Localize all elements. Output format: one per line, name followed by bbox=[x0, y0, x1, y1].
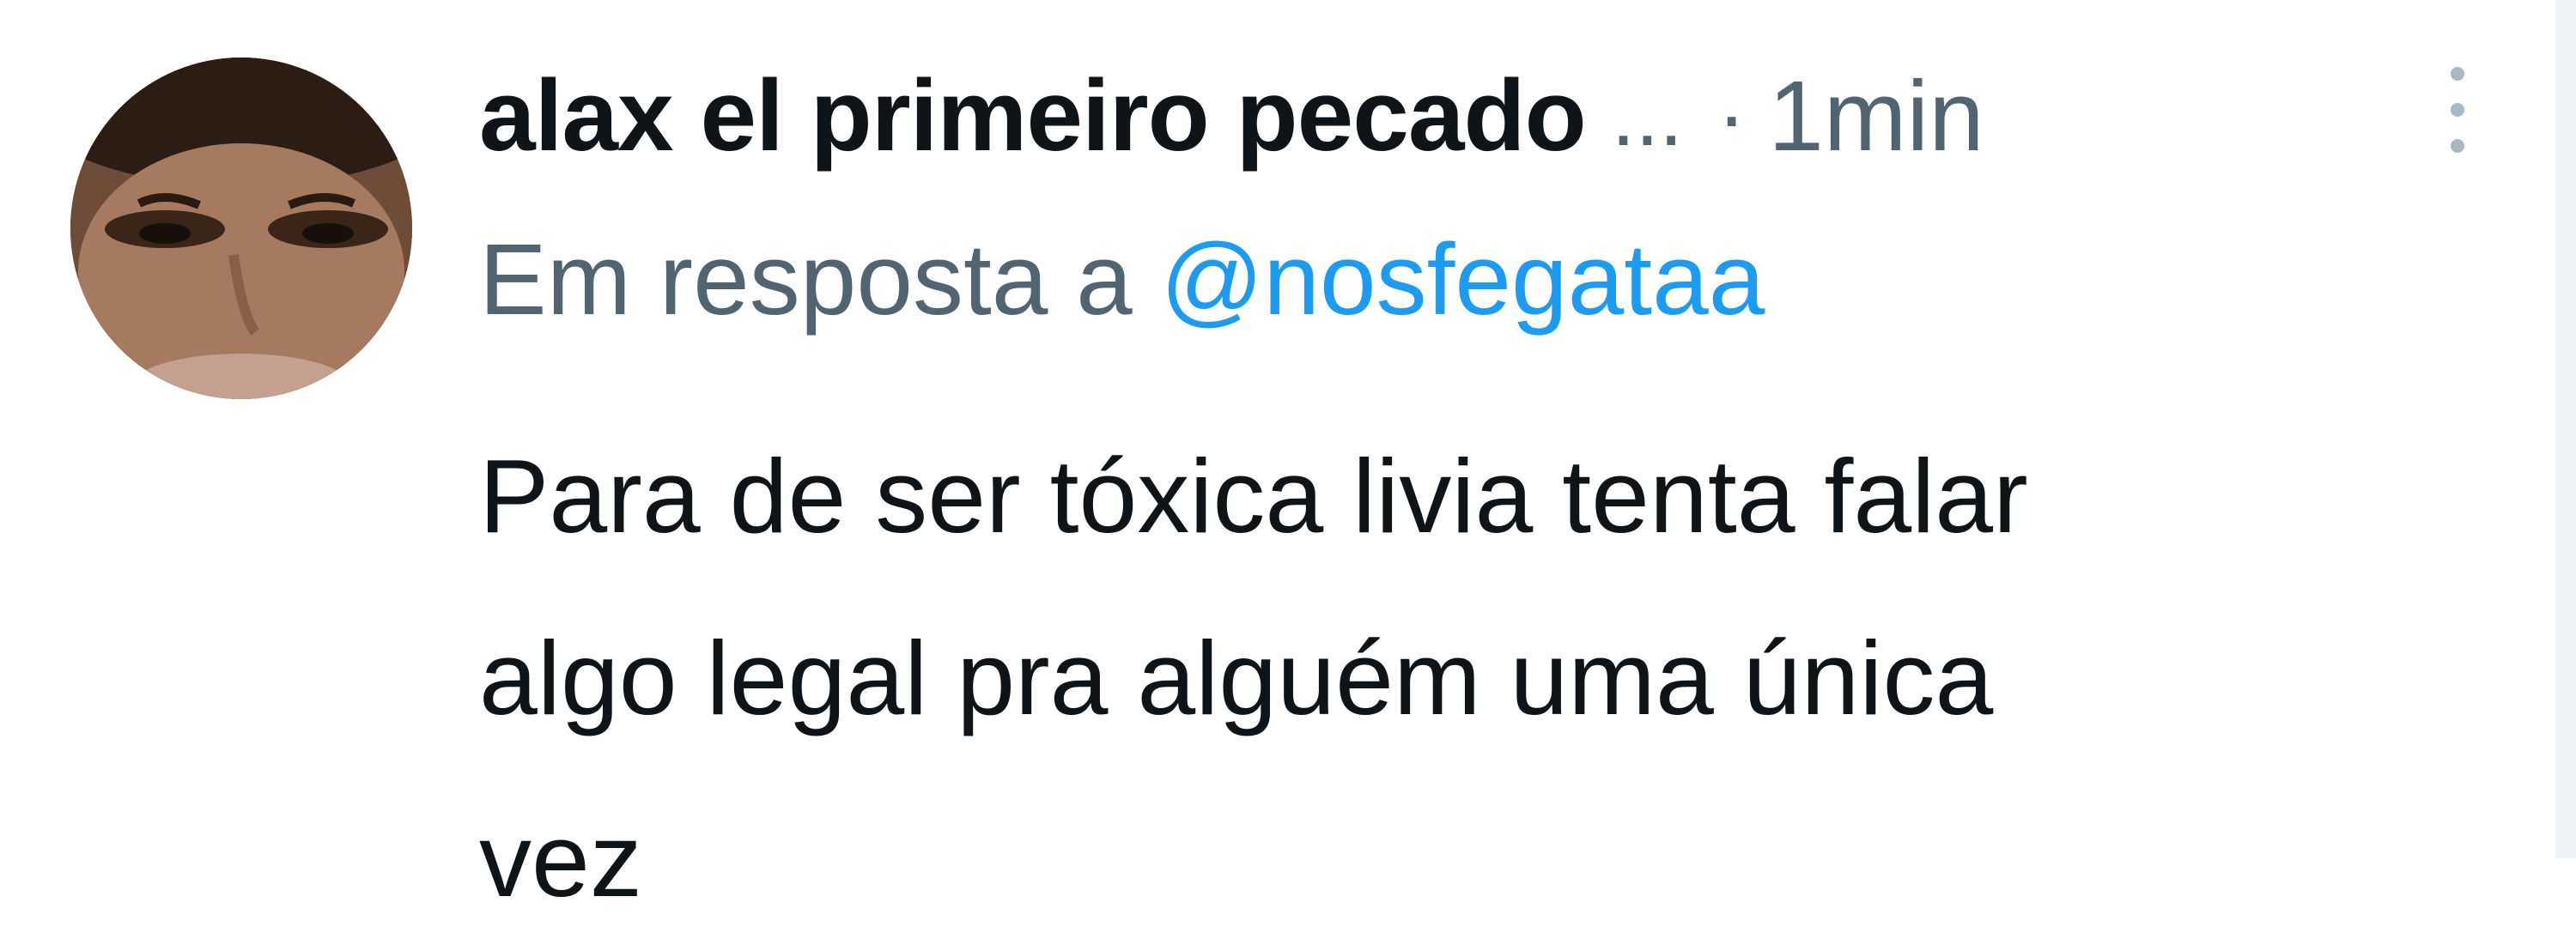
more-dot bbox=[2451, 103, 2464, 117]
tweet-text-line: vez bbox=[479, 802, 642, 918]
name-truncation: ... bbox=[1611, 67, 1684, 164]
panel-edge bbox=[2555, 0, 2576, 858]
vertical-ellipsis-icon[interactable] bbox=[2440, 67, 2475, 153]
avatar-photo-icon bbox=[70, 58, 412, 399]
reply-context: Em resposta a @nosfegataa bbox=[479, 221, 1765, 338]
more-dot bbox=[2451, 139, 2464, 153]
tweet-body: Para de ser tóxica livia tenta falar alg… bbox=[479, 405, 2488, 951]
tweet-timestamp[interactable]: 1min bbox=[1768, 58, 1984, 173]
tweet-text-line: Para de ser tóxica livia tenta falar bbox=[479, 438, 2028, 554]
tweet-header: alax el primeiro pecado ... · 1min bbox=[479, 51, 2488, 180]
tweet-text-line: algo legal pra alguém uma única bbox=[479, 620, 1994, 736]
tweet-card[interactable]: alax el primeiro pecado ... · 1min Em re… bbox=[0, 0, 2576, 918]
author-avatar[interactable] bbox=[70, 58, 412, 399]
reply-mention-link[interactable]: @nosfegataa bbox=[1161, 223, 1765, 336]
author-display-name[interactable]: alax el primeiro pecado bbox=[479, 58, 1587, 174]
header-separator: · bbox=[1717, 67, 1747, 164]
reply-prefix: Em resposta a bbox=[479, 223, 1133, 336]
more-dot bbox=[2451, 67, 2464, 81]
